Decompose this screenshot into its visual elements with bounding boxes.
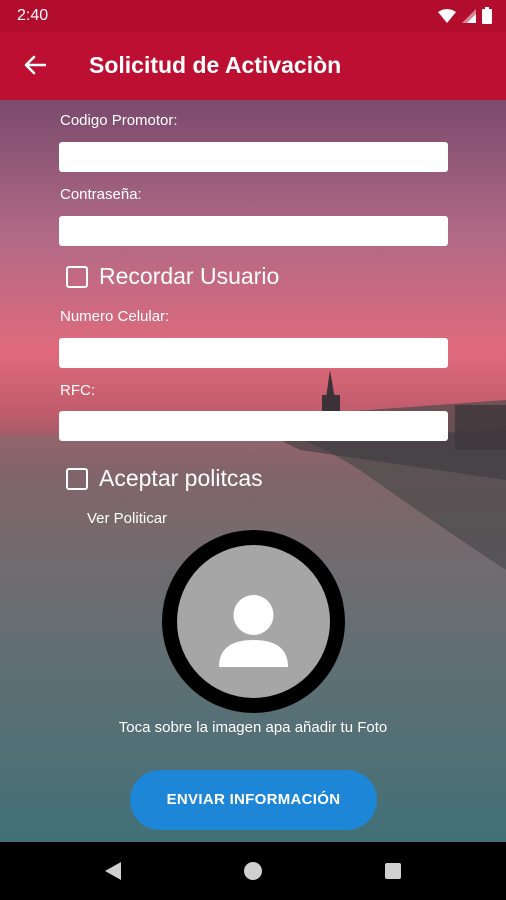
nav-back-button[interactable] — [99, 857, 127, 885]
back-triangle-icon — [105, 862, 121, 880]
form-screen: Codigo Promotor: Contraseña: Recordar Us… — [0, 100, 506, 842]
battery-icon — [482, 7, 492, 24]
page-title: Solicitud de Activaciòn — [89, 52, 342, 78]
phone-label: Numero Celular: — [60, 308, 170, 325]
wifi-icon — [438, 8, 456, 23]
accept-policies-checkbox-row[interactable]: Aceptar politcas — [66, 465, 263, 492]
status-time: 2:40 — [17, 7, 49, 24]
accept-policies-checkbox[interactable] — [66, 467, 88, 490]
password-input[interactable] — [59, 216, 448, 246]
remember-user-checkbox[interactable] — [66, 265, 88, 288]
view-policies-link[interactable]: Ver Politicar — [87, 510, 167, 527]
rfc-input[interactable] — [59, 411, 448, 441]
arrow-back-icon — [24, 55, 46, 75]
status-icons — [438, 7, 492, 24]
status-bar: 2:40 — [0, 0, 506, 32]
promoter-code-input[interactable] — [59, 142, 448, 172]
phone-input[interactable] — [59, 338, 448, 368]
nav-recents-button[interactable] — [379, 857, 407, 885]
back-button[interactable] — [14, 44, 56, 86]
promoter-code-label: Codigo Promotor: — [60, 112, 178, 129]
remember-user-checkbox-row[interactable]: Recordar Usuario — [66, 263, 279, 290]
photo-picker[interactable] — [162, 530, 345, 713]
navigation-bar — [0, 842, 506, 900]
accept-policies-label: Aceptar politcas — [99, 465, 263, 491]
nav-home-button[interactable] — [239, 857, 267, 885]
app-bar: Solicitud de Activaciòn — [0, 32, 506, 100]
rfc-label: RFC: — [60, 382, 95, 399]
submit-button[interactable]: ENVIAR INFORMACIÓN — [130, 770, 377, 830]
password-label: Contraseña: — [60, 186, 142, 203]
photo-hint: Toca sobre la imagen apa añadir tu Foto — [118, 719, 388, 736]
home-circle-icon — [244, 862, 262, 880]
avatar — [177, 545, 330, 698]
recents-square-icon — [385, 863, 401, 879]
signal-icon — [462, 8, 476, 23]
person-placeholder-icon — [219, 595, 288, 667]
remember-user-label: Recordar Usuario — [99, 263, 280, 289]
